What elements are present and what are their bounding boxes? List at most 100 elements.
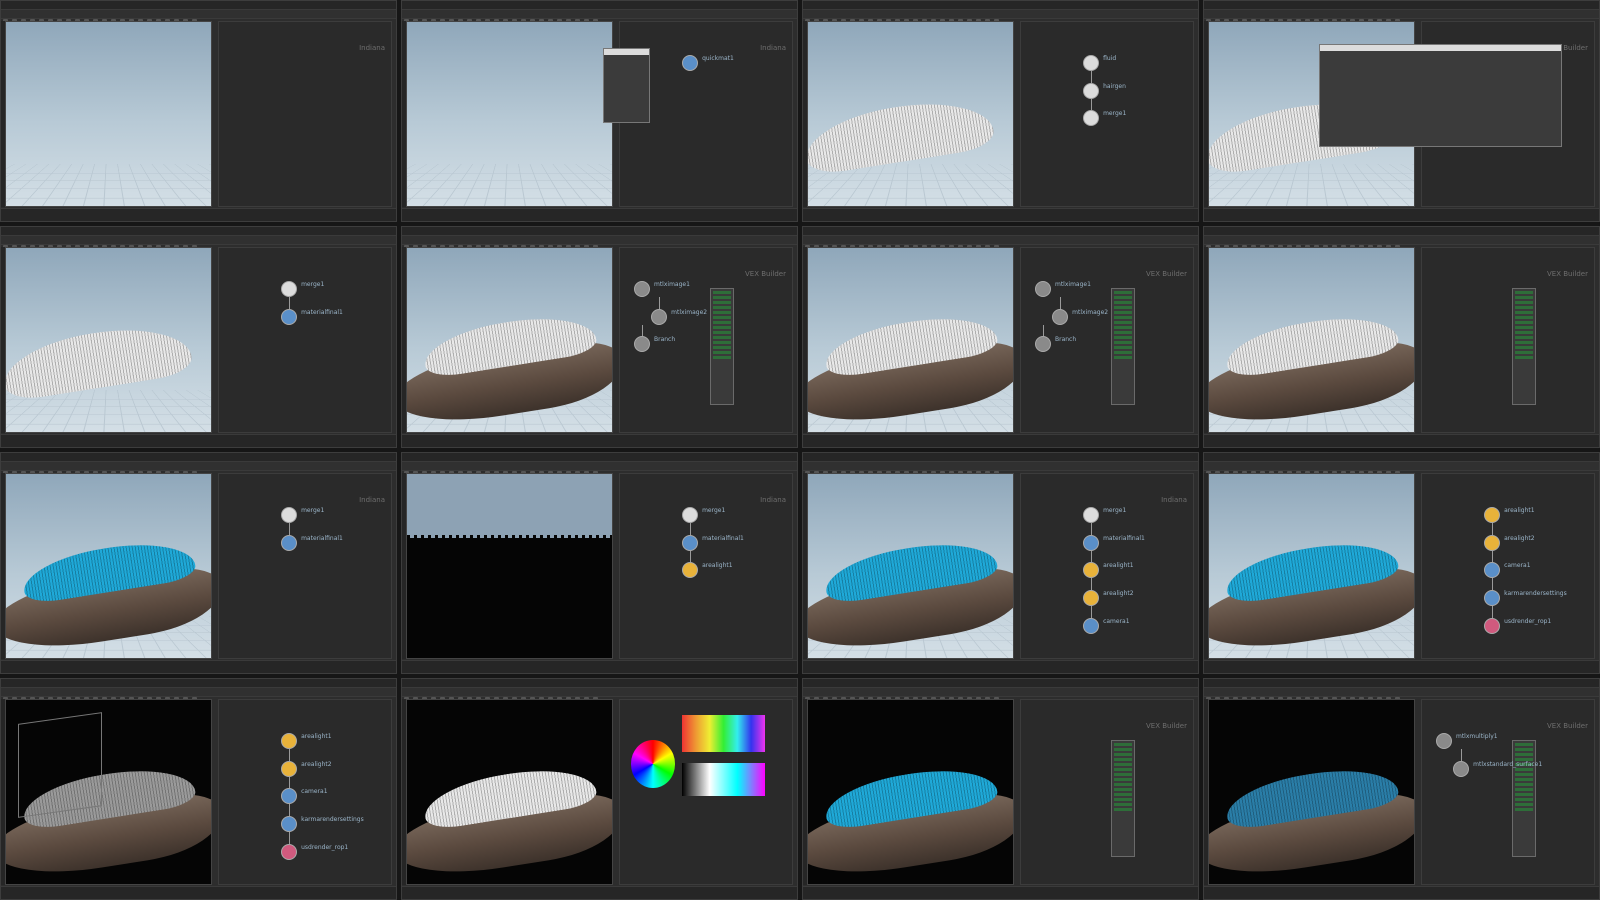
node-mtlximage2[interactable] — [651, 309, 667, 325]
list-row — [1515, 803, 1533, 806]
panel-title: Indiana — [760, 496, 786, 504]
silhouette-edge — [407, 535, 612, 553]
node-materialfinal1[interactable] — [682, 535, 698, 551]
list-row — [1114, 341, 1132, 344]
node-merge1[interactable] — [682, 507, 698, 523]
parameter-list[interactable] — [1111, 740, 1135, 856]
list-row — [1114, 326, 1132, 329]
node-materialfinal1[interactable] — [1083, 535, 1099, 551]
scene-viewport[interactable] — [1208, 247, 1415, 433]
network-panel[interactable]: VEX Builder mtlximage1 mtlximage2 Branch — [1020, 247, 1194, 433]
node-quickmat1[interactable] — [682, 55, 698, 71]
network-panel[interactable]: Indiana quickmat1 — [619, 21, 793, 207]
list-row — [1114, 753, 1132, 756]
list-row — [713, 331, 731, 334]
network-panel[interactable]: VEX Builder mtlximage1 mtlximage2 Branch — [619, 247, 793, 433]
network-panel[interactable]: VEX Builder — [1421, 247, 1595, 433]
scene-viewport[interactable] — [406, 699, 613, 885]
node-mtlximage1[interactable] — [634, 281, 650, 297]
list-row — [1114, 316, 1132, 319]
scene-viewport[interactable] — [5, 473, 212, 659]
node-hairgen[interactable] — [1083, 83, 1099, 99]
network-panel[interactable]: arealight1 arealight2 camera1 karmarenderse… — [218, 699, 392, 885]
scene-viewport[interactable] — [1208, 699, 1415, 885]
parameter-list[interactable] — [1111, 288, 1135, 404]
scene-viewport[interactable] — [1208, 473, 1415, 659]
scene-viewport[interactable] — [807, 21, 1014, 207]
network-panel[interactable]: fluid hairgen merge1 — [1020, 21, 1194, 207]
parameter-list[interactable] — [1512, 288, 1536, 404]
node-camera1[interactable] — [281, 788, 297, 804]
node-Branch[interactable] — [634, 336, 650, 352]
toolbar — [1204, 688, 1599, 697]
node-karmarendersettings[interactable] — [1484, 590, 1500, 606]
node-merge1[interactable] — [1083, 110, 1099, 126]
node-mtlximage2[interactable] — [1052, 309, 1068, 325]
status-bar — [1, 886, 396, 899]
scene-viewport[interactable] — [807, 473, 1014, 659]
network-panel[interactable]: merge1 materialfinal1 — [218, 247, 392, 433]
node-label: mtlximage2 — [1072, 309, 1108, 316]
list-row — [1114, 768, 1132, 771]
node-arealight2[interactable] — [1083, 590, 1099, 606]
node-arealight2[interactable] — [1484, 535, 1500, 551]
status-bar — [1204, 660, 1599, 673]
network-panel[interactable] — [619, 699, 793, 885]
scene-viewport[interactable] — [406, 247, 613, 433]
node-arealight2[interactable] — [281, 761, 297, 777]
node-materialfinal1[interactable] — [281, 309, 297, 325]
network-panel[interactable]: VEX Builder mtlxmultiply1 mtlxstandard_sur… — [1421, 699, 1595, 885]
camera-frustum — [18, 712, 102, 818]
node-arealight1[interactable] — [1484, 507, 1500, 523]
parameter-list[interactable] — [1512, 740, 1536, 856]
network-panel[interactable]: Indiana — [218, 21, 392, 207]
node-karmarendersettings[interactable] — [281, 816, 297, 832]
node-arealight1[interactable] — [682, 562, 698, 578]
network-panel[interactable]: VEX Builder — [1020, 699, 1194, 885]
scene-viewport[interactable] — [5, 21, 212, 207]
list-row — [713, 316, 731, 319]
menu-bar — [803, 453, 1198, 462]
node-camera1[interactable] — [1484, 562, 1500, 578]
color-gradient-bar[interactable] — [682, 763, 764, 796]
node-arealight1[interactable] — [1083, 562, 1099, 578]
node-arealight1[interactable] — [281, 733, 297, 749]
toolbar — [402, 10, 797, 19]
network-panel[interactable]: Indiana merge1 materialfinal1 arealight1 — [619, 473, 793, 659]
list-row — [1515, 743, 1533, 746]
list-row — [1114, 788, 1132, 791]
list-row — [1515, 351, 1533, 354]
node-camera1[interactable] — [1083, 618, 1099, 634]
node-mtlxstandard_surface1[interactable] — [1453, 761, 1469, 777]
network-panel[interactable]: arealight1 arealight2 camera1 karmarenderse… — [1421, 473, 1595, 659]
node-mtlxmultiply1[interactable] — [1436, 733, 1452, 749]
scene-viewport[interactable] — [5, 247, 212, 433]
network-panel[interactable]: GEO Builder — [1421, 21, 1595, 207]
node-Branch[interactable] — [1035, 336, 1051, 352]
file-dialog[interactable] — [603, 48, 650, 124]
node-label: hairgen — [1103, 83, 1126, 90]
node-usdrender_rop1[interactable] — [281, 844, 297, 860]
scene-viewport[interactable] — [406, 473, 613, 659]
node-mtlximage1[interactable] — [1035, 281, 1051, 297]
scene-viewport[interactable] — [807, 247, 1014, 433]
node-merge1[interactable] — [281, 281, 297, 297]
node-usdrender_rop1[interactable] — [1484, 618, 1500, 634]
scene-viewport[interactable] — [406, 21, 613, 207]
parameter-list[interactable] — [710, 288, 734, 404]
node-fluid[interactable] — [1083, 55, 1099, 71]
file-dialog[interactable] — [1319, 44, 1561, 147]
color-swatches[interactable] — [682, 715, 764, 752]
menu-bar — [1204, 1, 1599, 10]
node-merge1[interactable] — [281, 507, 297, 523]
list-row — [1515, 336, 1533, 339]
node-label: materialfinal1 — [301, 309, 343, 316]
scene-viewport[interactable] — [5, 699, 212, 885]
network-panel[interactable]: Indiana merge1 materialfinal1 — [218, 473, 392, 659]
node-materialfinal1[interactable] — [281, 535, 297, 551]
node-merge1[interactable] — [1083, 507, 1099, 523]
color-wheel[interactable] — [631, 740, 676, 788]
network-panel[interactable]: Indiana merge1 materialfinal1 arealight1 are… — [1020, 473, 1194, 659]
scene-viewport[interactable] — [807, 699, 1014, 885]
node-label: merge1 — [1103, 507, 1126, 514]
